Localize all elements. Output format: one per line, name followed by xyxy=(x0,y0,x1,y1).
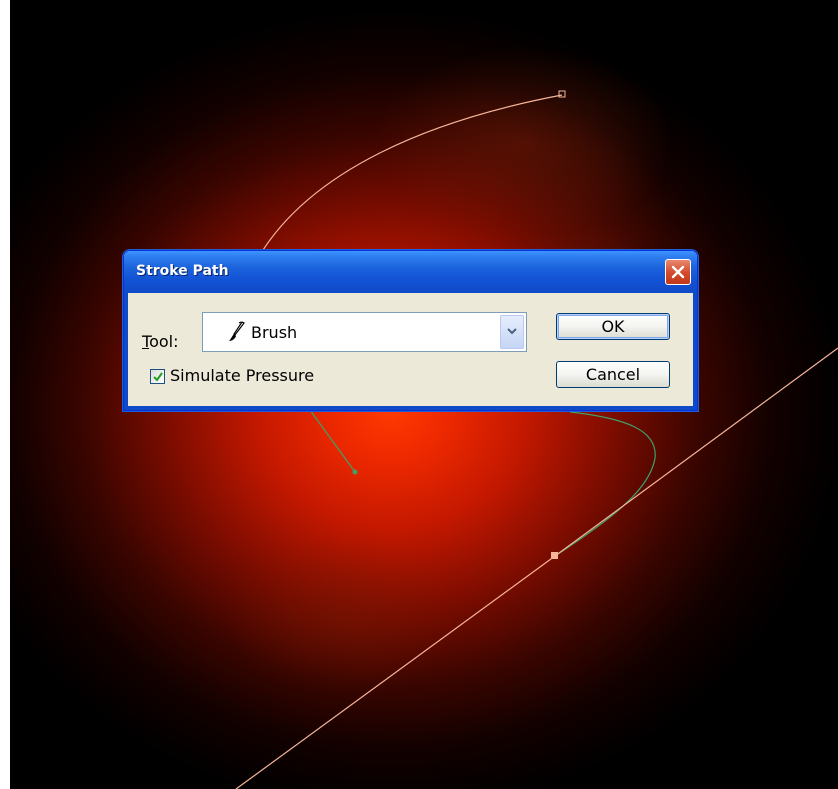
tool-label: Tool: xyxy=(142,332,179,351)
dialog-title: Stroke Path xyxy=(136,263,229,279)
anchor-point-active xyxy=(352,469,358,475)
dialog-title-bar[interactable]: Stroke Path xyxy=(124,251,697,293)
close-icon xyxy=(671,265,685,279)
dialog-frame-bottom xyxy=(124,406,697,410)
anchor-point-top xyxy=(558,90,566,98)
curve-path-upper xyxy=(257,94,563,259)
ok-button[interactable]: OK xyxy=(556,313,670,340)
simulate-pressure-checkbox[interactable] xyxy=(150,369,165,384)
curve-path-active xyxy=(309,409,356,473)
anchor-point-selected xyxy=(551,552,558,559)
dialog-frame-right xyxy=(693,293,697,410)
straight-path xyxy=(235,347,838,789)
brush-icon xyxy=(229,321,245,341)
chevron-down-icon xyxy=(507,328,517,335)
tool-select-value: Brush xyxy=(251,323,298,342)
close-button[interactable] xyxy=(665,259,691,285)
simulate-pressure-label[interactable]: Simulate Pressure xyxy=(170,366,314,385)
tool-select-dropdown-button[interactable] xyxy=(500,315,524,349)
dialog-frame-left xyxy=(124,293,128,410)
tool-select[interactable]: Brush xyxy=(202,312,527,352)
cancel-button[interactable]: Cancel xyxy=(556,361,670,388)
checkmark-icon xyxy=(153,372,163,382)
curve-path-right xyxy=(554,411,656,557)
stroke-path-dialog: Stroke Path Tool: Brush Simulate Pressur… xyxy=(123,250,698,411)
